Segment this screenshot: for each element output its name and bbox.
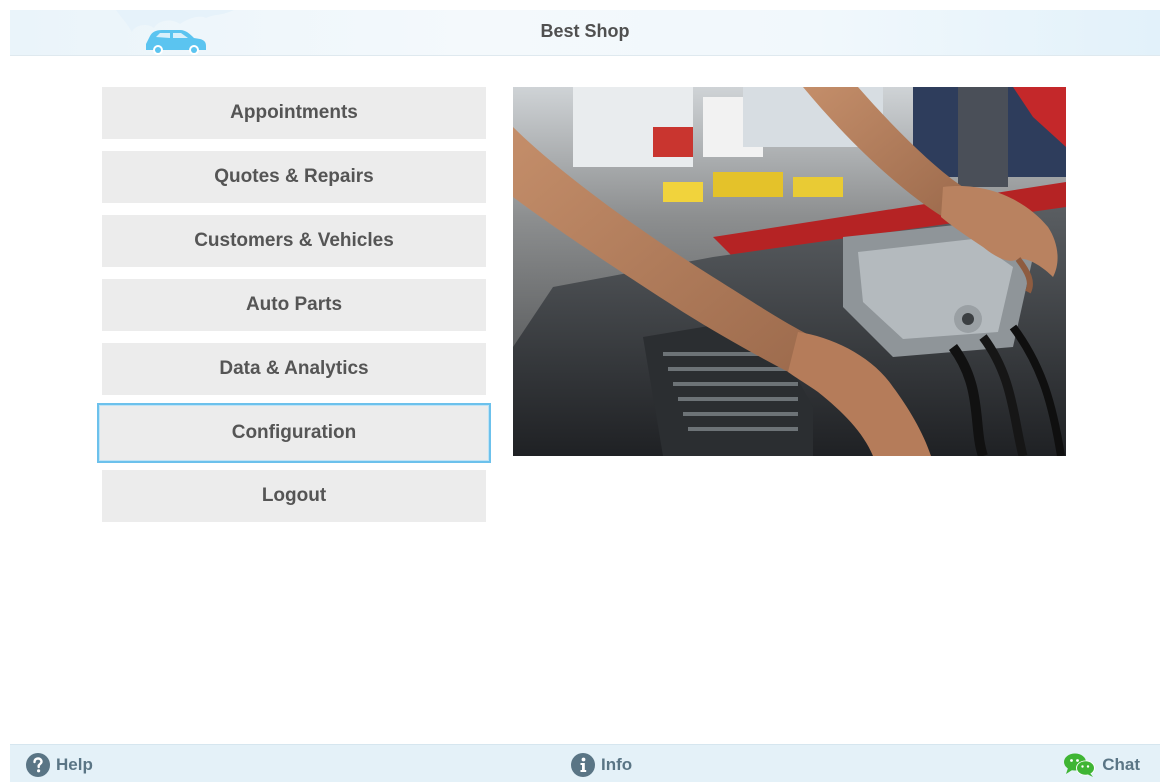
chat-label: Chat [1102, 755, 1140, 774]
logout-button[interactable]: Logout [102, 470, 486, 522]
page-title: Best Shop [540, 21, 630, 41]
info-label: Info [601, 755, 633, 774]
data-analytics-button[interactable]: Data & Analytics [102, 343, 486, 395]
customers-vehicles-button[interactable]: Customers & Vehicles [102, 215, 486, 267]
mechanic-engine-image [513, 87, 1066, 456]
info-circle-icon [571, 753, 595, 777]
help-label: Help [56, 755, 93, 774]
configuration-button[interactable]: Configuration [97, 403, 491, 463]
chat-bubbles-icon [1064, 753, 1096, 777]
info-link[interactable]: Info [571, 753, 632, 777]
auto-parts-button[interactable]: Auto Parts [102, 279, 486, 331]
header-bar: Best Shop [10, 10, 1160, 56]
app-window: Best Shop Appointments Quotes & Repairs … [0, 0, 1160, 782]
appointments-button[interactable]: Appointments [102, 87, 486, 139]
chat-link[interactable]: Chat [1064, 753, 1140, 777]
quotes-repairs-button[interactable]: Quotes & Repairs [102, 151, 486, 203]
footer-bar: Help Info Chat [10, 744, 1160, 782]
help-link[interactable]: Help [26, 753, 93, 777]
question-circle-icon [26, 753, 50, 777]
